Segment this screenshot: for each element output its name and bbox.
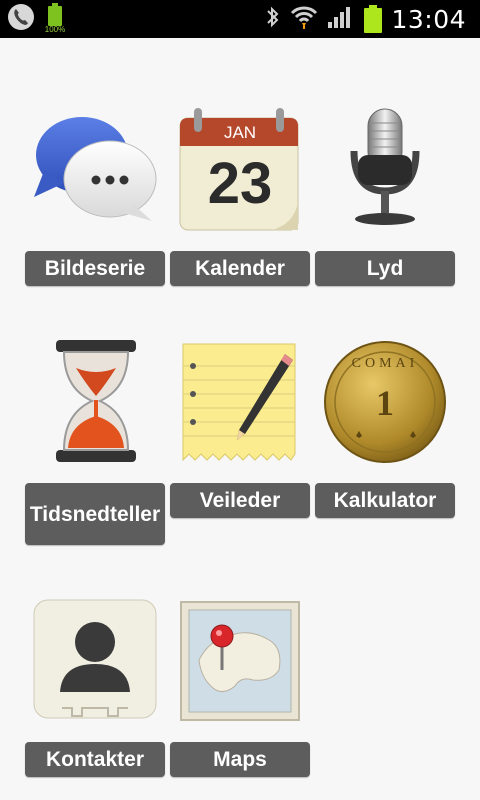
hourglass-icon [30, 338, 160, 468]
app-label: Maps [170, 742, 310, 777]
phone-call-icon [6, 2, 36, 37]
app-bildeserie[interactable]: Bildeserie [25, 100, 165, 286]
app-maps[interactable]: Maps [170, 595, 310, 777]
bluetooth-icon [265, 5, 281, 34]
battery-icon [364, 5, 383, 33]
calendar-day: 23 [207, 151, 273, 216]
status-left: 100% [6, 3, 68, 35]
chat-bubbles-icon [30, 105, 160, 235]
contacts-icon [32, 598, 162, 728]
app-label: Tidsnedteller [25, 483, 165, 545]
app-label: Bildeserie [25, 251, 165, 286]
app-kalender[interactable]: JAN 23 Kalender [170, 100, 310, 286]
status-bar: 100% 13:04 [0, 0, 480, 38]
app-kontakter[interactable]: Kontakter [25, 595, 165, 777]
battery-percent: 100% [44, 25, 66, 34]
calendar-month: JAN [223, 123, 257, 142]
app-label: Kalkulator [315, 483, 455, 518]
signal-strength-icon [327, 4, 355, 35]
app-lyd[interactable]: Lyd [315, 100, 455, 286]
map-pin-icon [179, 600, 309, 730]
coin-text: COMAI [351, 356, 419, 371]
calendar-icon: JAN 23 [176, 106, 306, 236]
status-right: 13:04 [265, 0, 466, 38]
battery-full-icon: 100% [42, 3, 68, 35]
app-veileder[interactable]: Veileder [170, 338, 310, 518]
app-label: Lyd [315, 251, 455, 286]
clock: 13:04 [391, 4, 466, 34]
app-label: Kalender [170, 251, 310, 286]
microphone-icon [320, 105, 450, 235]
app-label: Veileder [170, 483, 310, 518]
app-label: Kontakter [25, 742, 165, 777]
coin-icon: COMAI 1 [320, 338, 450, 468]
wifi-icon [290, 4, 318, 35]
coin-number: 1 [376, 383, 394, 423]
app-tidsnedteller[interactable]: Tidsnedteller [25, 338, 165, 545]
app-kalkulator[interactable]: COMAI 1 Kalkulator [315, 338, 455, 518]
notepad-pencil-icon [175, 338, 305, 468]
